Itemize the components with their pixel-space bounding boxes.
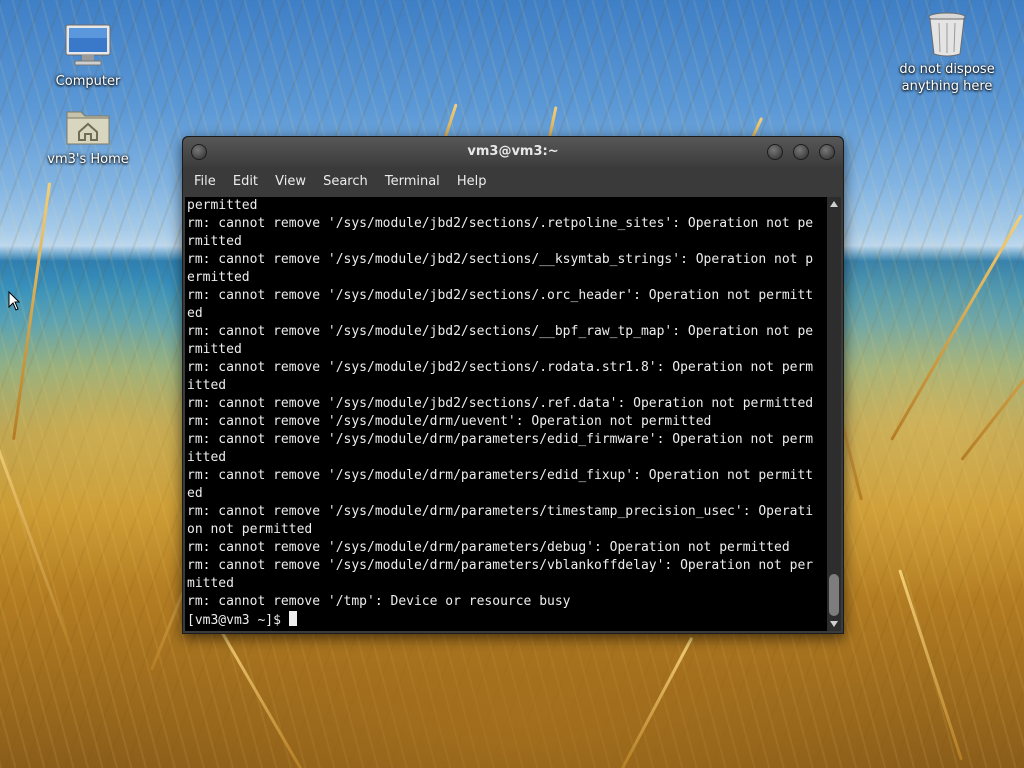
terminal-line: mitted (187, 576, 234, 591)
terminal-line: ed (187, 486, 203, 501)
terminal-line: rm: cannot remove '/sys/module/drm/param… (187, 432, 814, 447)
terminal-line: rm: cannot remove '/tmp': Device or reso… (187, 594, 571, 609)
mouse-pointer-icon (8, 291, 20, 311)
menu-search[interactable]: Search (317, 167, 374, 197)
terminal-prompt-line[interactable]: [vm3@vm3 ~]$ (185, 611, 827, 629)
desktop-icon-label: vm3's Home (47, 152, 129, 167)
terminal-line: ermitted (187, 270, 250, 285)
desktop-icon-home[interactable]: vm3's Home (38, 104, 138, 168)
terminal-line: permitted (187, 198, 258, 213)
home-folder-icon (66, 111, 110, 145)
terminal-line: on not permitted (187, 522, 313, 537)
menu-file[interactable]: File (188, 167, 222, 197)
terminal-line: itted (187, 378, 227, 393)
computer-icon (65, 24, 111, 66)
shell-prompt: [vm3@vm3 ~]$ (187, 613, 289, 628)
trash-icon (928, 12, 966, 57)
terminal-line: itted (187, 450, 227, 465)
terminal-line: rm: cannot remove '/sys/module/drm/param… (187, 540, 790, 555)
desktop-icon-label: Computer (55, 74, 121, 89)
terminal-window[interactable]: vm3@vm3:~ File Edit View Search Terminal… (182, 136, 844, 634)
terminal-line: rm: cannot remove '/sys/module/jbd2/sect… (187, 396, 814, 411)
text-cursor (288, 611, 297, 626)
scrollbar-thumb[interactable] (829, 574, 839, 616)
terminal-line: rm: cannot remove '/sys/module/drm/param… (187, 558, 814, 573)
terminal-output[interactable]: permitted rm: cannot remove '/sys/module… (185, 197, 827, 631)
scroll-up-icon[interactable] (830, 201, 838, 207)
terminal-line: rm: cannot remove '/sys/module/jbd2/sect… (187, 252, 814, 267)
terminal-line: rm: cannot remove '/sys/module/drm/param… (187, 468, 814, 483)
desktop-icon-label: do not dispose anything here (899, 62, 995, 94)
menu-terminal[interactable]: Terminal (379, 167, 446, 197)
terminal-line: rmitted (187, 342, 242, 357)
terminal-line: rm: cannot remove '/sys/module/jbd2/sect… (187, 288, 814, 303)
window-title: vm3@vm3:~ (467, 144, 559, 159)
scroll-down-icon[interactable] (830, 621, 838, 627)
menu-view[interactable]: View (269, 167, 312, 197)
desktop-icon-computer[interactable]: Computer (38, 22, 138, 90)
terminal-line: ed (187, 306, 203, 321)
terminal-titlebar[interactable]: vm3@vm3:~ (183, 137, 843, 167)
close-icon[interactable] (819, 144, 835, 160)
menubar: File Edit View Search Terminal Help (183, 167, 843, 197)
terminal-line: rmitted (187, 234, 242, 249)
minimize-icon[interactable] (767, 144, 783, 160)
desktop-icon-trash[interactable]: do not dispose anything here (896, 10, 998, 95)
terminal-line: rm: cannot remove '/sys/module/drm/param… (187, 504, 814, 519)
terminal-line: rm: cannot remove '/sys/module/drm/ueven… (187, 414, 712, 429)
terminal-line: rm: cannot remove '/sys/module/jbd2/sect… (187, 216, 814, 231)
menu-edit[interactable]: Edit (227, 167, 264, 197)
terminal-scrollbar[interactable] (827, 197, 841, 631)
terminal-line: rm: cannot remove '/sys/module/jbd2/sect… (187, 324, 814, 339)
maximize-icon[interactable] (793, 144, 809, 160)
menu-help[interactable]: Help (451, 167, 493, 197)
terminal-line: rm: cannot remove '/sys/module/jbd2/sect… (187, 360, 814, 375)
